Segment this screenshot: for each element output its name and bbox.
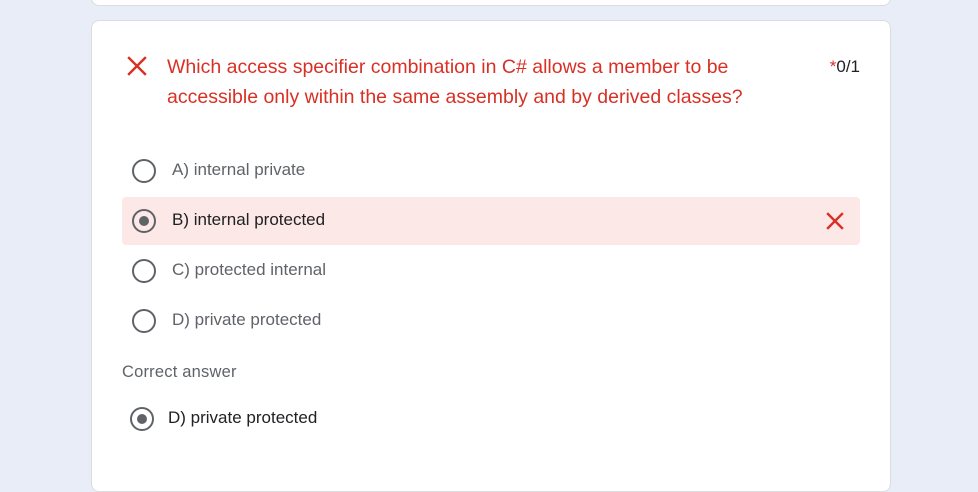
wrong-close-icon <box>826 212 844 230</box>
option-c[interactable]: C) protected internal <box>122 247 860 295</box>
question-text: Which access specifier combination in C#… <box>167 56 743 108</box>
previous-question-card <box>91 0 891 6</box>
question-card: Which access specifier combination in C#… <box>91 20 891 492</box>
radio-button[interactable] <box>132 309 156 333</box>
option-d[interactable]: D) private protected <box>122 297 860 345</box>
option-label: A) internal private <box>172 160 306 179</box>
radio-button-checked <box>130 407 154 431</box>
incorrect-close-icon <box>126 55 148 77</box>
option-label: B) internal protected <box>172 210 326 229</box>
correct-answer-heading: Correct answer <box>122 363 237 381</box>
option-label: C) protected internal <box>172 260 327 279</box>
radio-button-checked[interactable] <box>132 209 156 233</box>
option-a[interactable]: A) internal private <box>122 147 860 195</box>
option-label: D) private protected <box>172 310 322 329</box>
option-b-selected-incorrect[interactable]: B) internal protected <box>122 197 860 245</box>
correct-answer-option: D) private protected <box>120 395 520 443</box>
radio-button[interactable] <box>132 159 156 183</box>
radio-button[interactable] <box>132 259 156 283</box>
score-badge: *0/1 <box>830 57 860 77</box>
score-value: 0/1 <box>836 57 860 76</box>
correct-answer-label: D) private protected <box>168 408 318 427</box>
